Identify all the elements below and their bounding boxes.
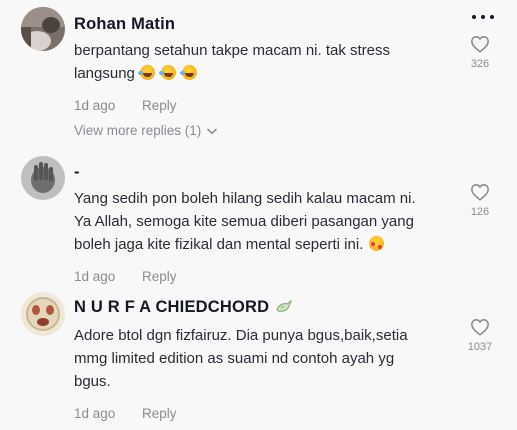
rolling-on-floor-laughing-emoji <box>159 65 177 80</box>
like-button[interactable]: 1037 <box>463 318 497 353</box>
chevron-down-icon <box>207 123 218 138</box>
comment-text: Adore btol dgn fizfairuz. Dia punya bgus… <box>74 327 408 390</box>
commenter-name[interactable]: N U R F A CHIEDCHORD <box>74 297 293 319</box>
like-count: 126 <box>470 206 490 218</box>
like-count: 326 <box>470 58 490 70</box>
commenter-name[interactable]: - <box>74 162 80 182</box>
more-options-icon[interactable] <box>472 12 494 22</box>
comment-date: 1d ago <box>74 406 116 421</box>
avatar[interactable] <box>21 156 65 200</box>
dove-icon <box>275 299 293 319</box>
comment-meta: 1d ago Reply <box>74 98 454 113</box>
avatar[interactable] <box>21 7 65 51</box>
comment-date: 1d ago <box>74 269 116 284</box>
commenter-name[interactable]: Rohan Matin <box>74 14 175 34</box>
comment-text: Yang sedih pon boleh hilang sedih kalau … <box>74 190 416 253</box>
view-more-replies-button[interactable]: View more replies (1) <box>74 123 218 138</box>
rolling-on-floor-laughing-emoji <box>180 65 198 80</box>
heart-icon[interactable] <box>470 35 490 53</box>
heart-icon[interactable] <box>470 183 490 201</box>
reply-button[interactable]: Reply <box>142 406 177 421</box>
like-button[interactable]: 326 <box>463 35 497 70</box>
rolling-on-floor-laughing-emoji <box>138 65 156 80</box>
smiling-face-with-hearts-emoji <box>368 236 384 251</box>
heart-icon[interactable] <box>470 318 490 336</box>
comment-meta: 1d ago Reply <box>74 406 454 421</box>
like-count: 1037 <box>467 341 493 353</box>
like-button[interactable]: 126 <box>463 183 497 218</box>
comment-date: 1d ago <box>74 98 116 113</box>
reply-button[interactable]: Reply <box>142 269 177 284</box>
comment-text: berpantang setahun takpe macam ni. tak s… <box>74 42 391 82</box>
avatar[interactable] <box>21 292 65 336</box>
comment-meta: 1d ago Reply <box>74 269 454 284</box>
reply-button[interactable]: Reply <box>142 98 177 113</box>
